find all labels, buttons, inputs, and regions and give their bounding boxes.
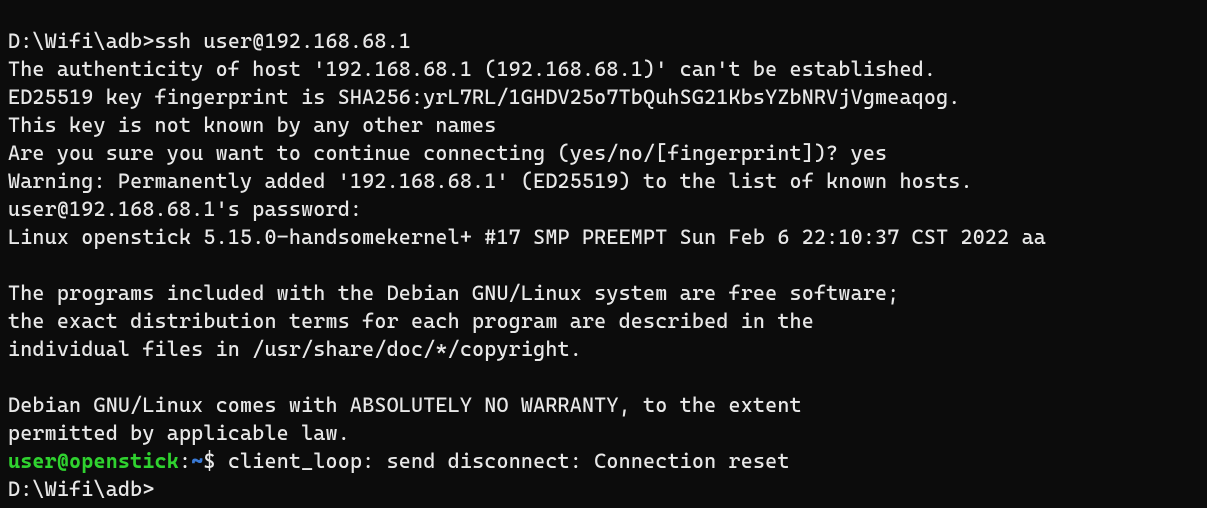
output-line: the exact distribution terms for each pr…	[8, 309, 814, 333]
remote-prompt-userhost: user@openstick	[8, 449, 179, 473]
output-line: individual files in /usr/share/doc/*/cop…	[8, 337, 582, 361]
remote-prompt-path: ~	[191, 449, 203, 473]
local-prompt: D:\Wifi\adb>	[8, 477, 155, 501]
output-line: Linux openstick 5.15.0-handsomekernel+ #…	[8, 225, 1046, 249]
output-line: The authenticity of host '192.168.68.1 (…	[8, 57, 936, 81]
remote-prompt-dollar: $	[203, 449, 227, 473]
output-line: Debian GNU/Linux comes with ABSOLUTELY N…	[8, 393, 802, 417]
output-line: Are you sure you want to continue connec…	[8, 141, 887, 165]
output-line: ED25519 key fingerprint is SHA256:yrL7RL…	[8, 85, 961, 109]
output-line: permitted by applicable law.	[8, 421, 350, 445]
remote-prompt-colon: :	[179, 449, 191, 473]
output-line: The programs included with the Debian GN…	[8, 281, 899, 305]
disconnect-message: client_loop: send disconnect: Connection…	[228, 449, 790, 473]
output-line: Warning: Permanently added '192.168.68.1…	[8, 169, 973, 193]
output-line: This key is not known by any other names	[8, 113, 496, 137]
ssh-command: ssh user@192.168.68.1	[155, 29, 411, 53]
output-line: user@192.168.68.1's password:	[8, 197, 362, 221]
terminal-output[interactable]: D:\Wifi\adb>ssh user@192.168.68.1 The au…	[0, 21, 1207, 503]
local-prompt: D:\Wifi\adb>	[8, 29, 155, 53]
